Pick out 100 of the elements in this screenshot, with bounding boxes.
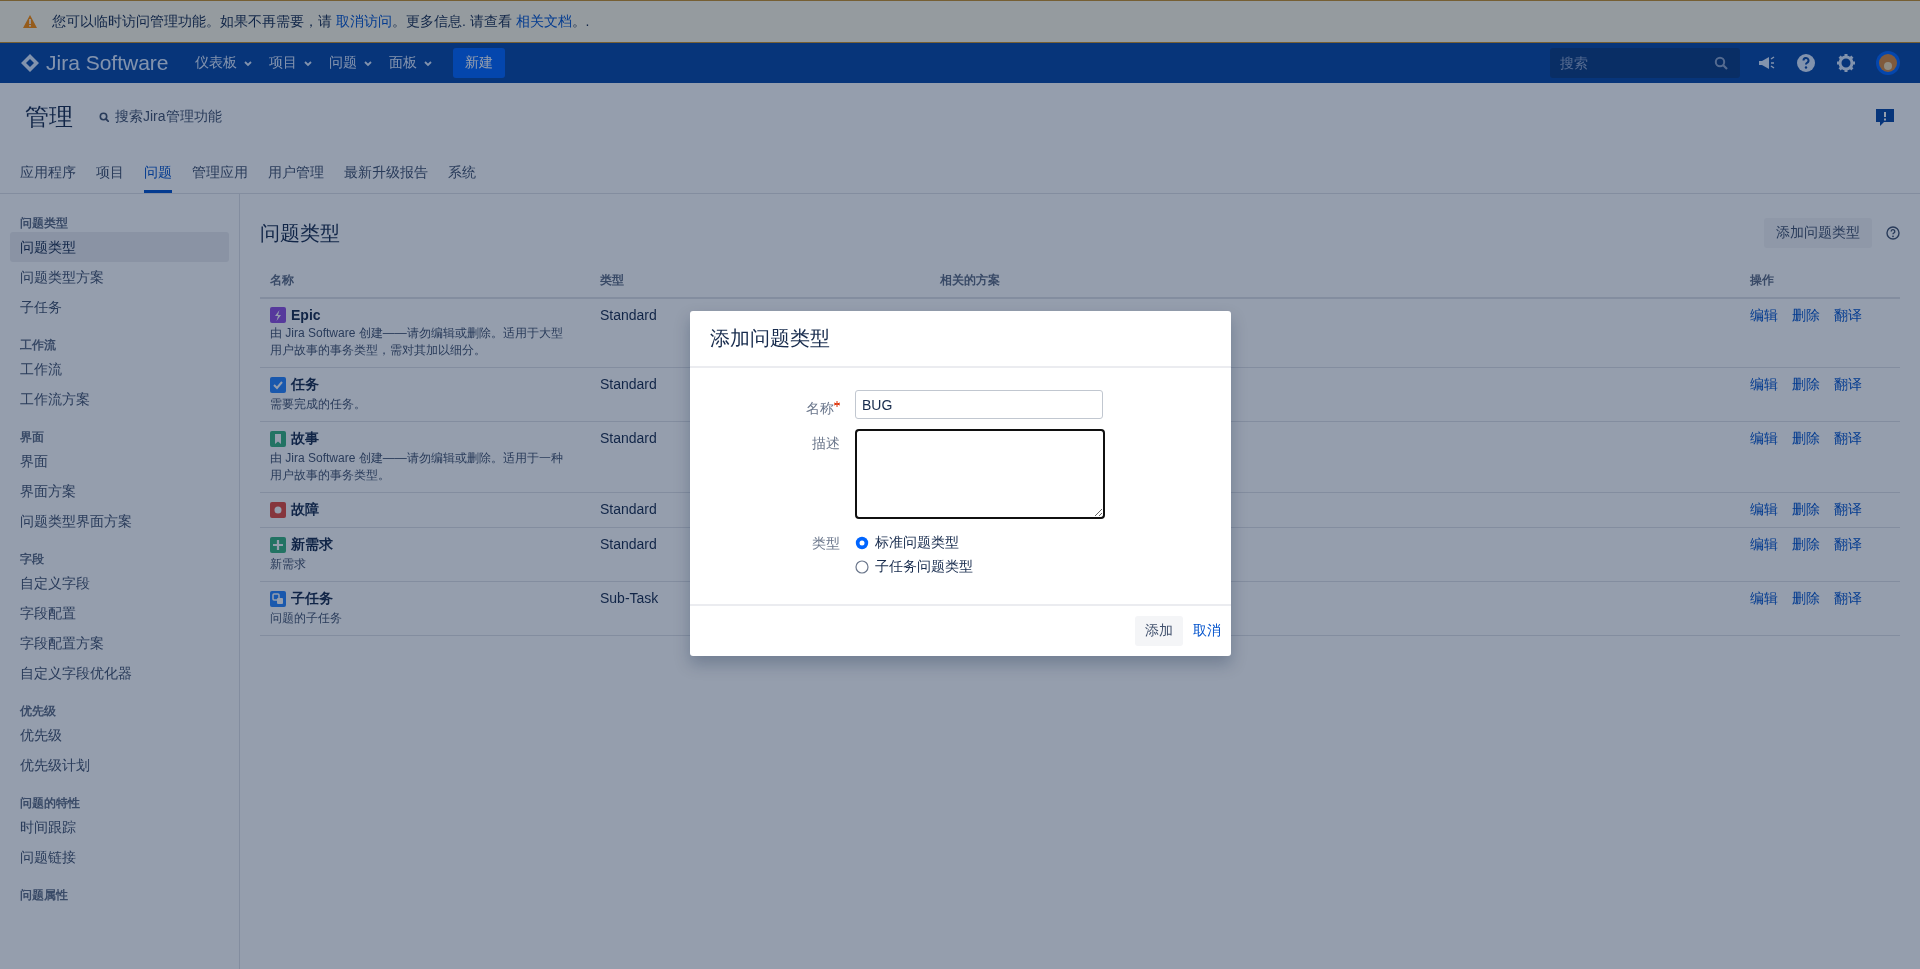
name-field[interactable]: BUG [855, 390, 1103, 419]
nav-menu[interactable]: 问题 [320, 47, 381, 79]
nav-menu[interactable]: 面板 [380, 47, 441, 79]
tab[interactable]: 管理应用 [192, 151, 248, 193]
issue-type-name: 故障 [291, 501, 319, 519]
caret-icon [302, 59, 313, 67]
sidebar-item[interactable]: 优先级计划 [10, 750, 229, 780]
action-link[interactable]: 删除 [1792, 536, 1820, 554]
action-link[interactable]: 编辑 [1750, 590, 1778, 608]
table-cell: Standard [600, 376, 657, 392]
tab[interactable]: 最新升级报告 [344, 151, 428, 193]
issue-type-description: 由 Jira Software 创建——请勿编辑或删除。适用于一种用户故事的事务类型。 [270, 450, 564, 484]
sidebar-item[interactable]: 字段配置 [10, 598, 229, 628]
section-heading: 字段 [19, 551, 45, 568]
field-label: 名称 [690, 390, 840, 418]
sidebar-item[interactable]: 时间跟踪 [10, 812, 229, 842]
checkbox-icon [270, 377, 286, 393]
issue-type-name: 子任务 [291, 590, 333, 608]
cancel-link[interactable]: 取消 [1193, 622, 1221, 640]
issue-type-description: 由 Jira Software 创建——请勿编辑或删除。适用于大型用户故事的事务类型，需对其加以细分。 [270, 325, 564, 359]
sidebar-item[interactable]: 子任务 [10, 292, 229, 322]
notice-link[interactable]: 相关文档 [515, 12, 572, 29]
action-link[interactable]: 编辑 [1750, 536, 1778, 554]
tab[interactable]: 用户管理 [268, 151, 324, 193]
sidebar-item[interactable]: 自定义字段 [10, 568, 229, 598]
column-header: 相关的方案 [940, 273, 1000, 287]
search-icon [99, 112, 109, 122]
nav-menu[interactable]: 仪表板 [186, 47, 261, 79]
menu-label: 仪表板 [194, 54, 237, 72]
add-button[interactable]: 添加 [1135, 616, 1183, 646]
app-name: Jira Software [46, 51, 169, 75]
menu-label: 项目 [268, 54, 297, 72]
add-issue-type-button[interactable]: 添加问题类型 [1764, 218, 1872, 248]
action-link[interactable]: 翻译 [1834, 307, 1862, 325]
create-button[interactable]: 新建 [452, 48, 505, 78]
action-link[interactable]: 翻译 [1834, 590, 1862, 608]
tab[interactable]: 问题 [144, 151, 172, 193]
action-link[interactable]: 删除 [1792, 501, 1820, 519]
notice-link[interactable]: 取消访问 [335, 12, 392, 29]
action-link[interactable]: 编辑 [1750, 376, 1778, 394]
section-heading: 问题的特性 [19, 795, 81, 812]
sidebar-item[interactable]: 界面方案 [10, 476, 229, 506]
action-link[interactable]: 翻译 [1834, 376, 1862, 394]
table-cell: Sub-Task [600, 590, 659, 606]
sidebar-item[interactable]: 工作流方案 [10, 384, 229, 414]
description-field[interactable] [855, 429, 1105, 519]
radio-option[interactable]: 标准问题类型 [855, 534, 1231, 552]
sidebar-item[interactable]: 工作流 [10, 354, 229, 384]
action-link[interactable]: 翻译 [1834, 501, 1862, 519]
column-header: 名称 [270, 273, 294, 287]
issue-type-description: 需要完成的任务。 [270, 396, 367, 413]
action-link[interactable]: 翻译 [1834, 536, 1862, 554]
action-link[interactable]: 删除 [1792, 307, 1820, 325]
search-field[interactable]: 搜索 [1550, 48, 1740, 78]
table-cell: Standard [600, 501, 657, 517]
sidebar-item[interactable]: 问题类型界面方案 [10, 506, 229, 536]
required-icon [834, 401, 840, 407]
settings-icon[interactable] [1836, 53, 1856, 73]
section-heading: 问题属性 [19, 887, 69, 904]
help-icon[interactable] [1886, 226, 1900, 240]
sidebar-item[interactable]: 问题类型方案 [10, 262, 229, 292]
menu-label: 问题 [328, 54, 357, 72]
section-title: 问题类型 [260, 220, 341, 246]
help-icon[interactable] [1796, 53, 1816, 73]
action-link[interactable]: 翻译 [1834, 430, 1862, 448]
issue-type-name: 故事 [291, 430, 319, 448]
action-link[interactable]: 删除 [1792, 376, 1820, 394]
app-logo[interactable]: Jira Software [20, 51, 169, 75]
field-label: 描述 [811, 434, 840, 453]
caret-icon [362, 59, 373, 67]
action-link[interactable]: 删除 [1792, 430, 1820, 448]
tab[interactable]: 应用程序 [20, 151, 76, 193]
nav-menu[interactable]: 项目 [260, 47, 321, 79]
caret-icon [242, 59, 253, 67]
feedback-icon[interactable] [1875, 107, 1895, 127]
sidebar-item[interactable]: 优先级 [10, 720, 229, 750]
sidebar-item[interactable]: 字段配置方案 [10, 628, 229, 658]
bookmark-icon [270, 431, 286, 447]
action-link[interactable]: 编辑 [1750, 430, 1778, 448]
column-header: 操作 [1750, 273, 1774, 287]
sidebar-item[interactable]: 问题链接 [10, 842, 229, 872]
caret-icon [422, 59, 433, 67]
tab[interactable]: 项目 [96, 151, 124, 193]
menu-label: 面板 [388, 54, 417, 72]
radio-option[interactable]: 子任务问题类型 [855, 558, 1231, 576]
lightning-icon [270, 307, 286, 323]
action-link[interactable]: 编辑 [1750, 501, 1778, 519]
avatar-icon[interactable] [1876, 51, 1900, 75]
sidebar-item[interactable]: 自定义字段优化器 [10, 658, 229, 688]
sidebar-item[interactable]: 问题类型 [10, 232, 229, 262]
action-link[interactable]: 编辑 [1750, 307, 1778, 325]
admin-search-link[interactable]: 搜索Jira管理功能 [99, 108, 222, 126]
column-header: 类型 [600, 273, 624, 287]
page-title: 管理 [25, 102, 73, 132]
section-heading: 界面 [19, 429, 45, 446]
tab[interactable]: 系统 [448, 151, 476, 193]
warning-icon [22, 14, 38, 29]
sidebar-item[interactable]: 界面 [10, 446, 229, 476]
action-link[interactable]: 删除 [1792, 590, 1820, 608]
issue-type-name: 新需求 [291, 536, 333, 554]
